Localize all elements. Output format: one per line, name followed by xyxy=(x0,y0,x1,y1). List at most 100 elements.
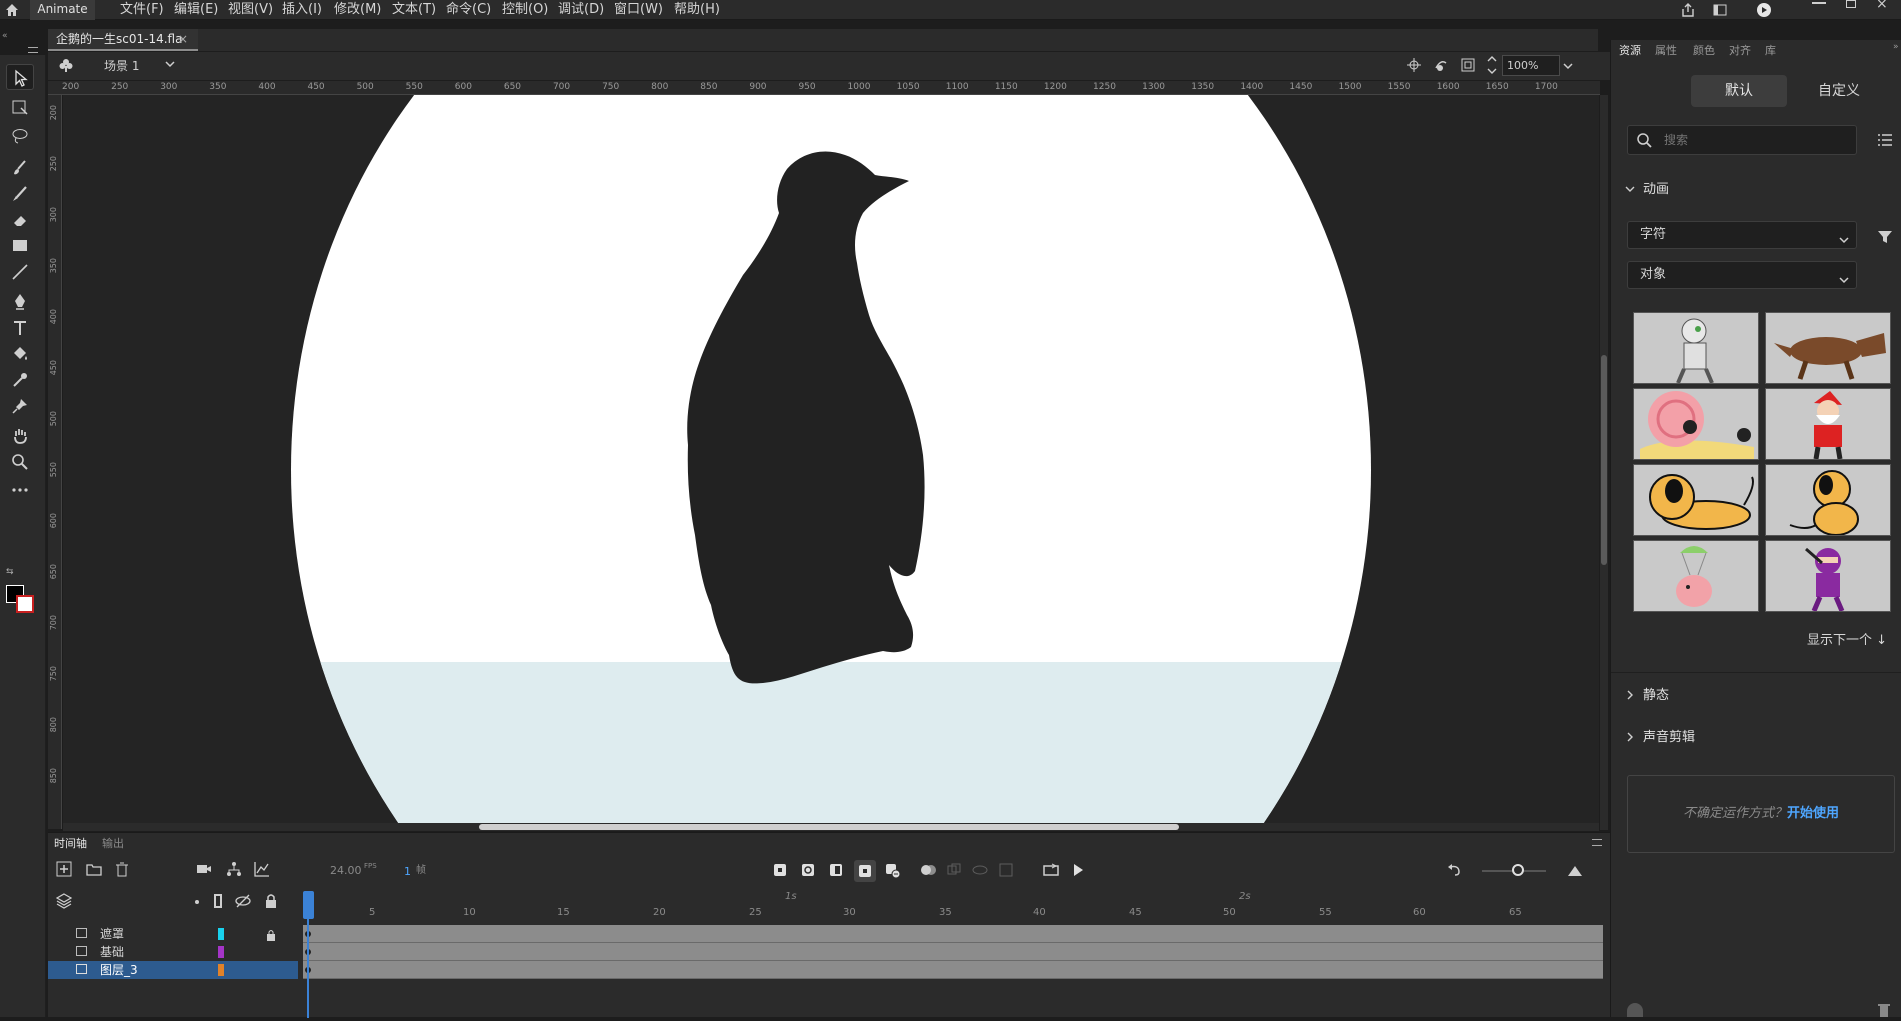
outline-column-icon[interactable] xyxy=(214,894,222,908)
list-view-icon[interactable] xyxy=(1877,132,1893,152)
snap-icon[interactable] xyxy=(1406,57,1422,77)
menu-file[interactable]: 文件(F) xyxy=(120,0,164,20)
menu-text[interactable]: 文本(T) xyxy=(392,0,436,20)
frame-row[interactable] xyxy=(303,943,1603,961)
menu-control[interactable]: 控制(O) xyxy=(502,0,548,20)
menu-command[interactable]: 命令(C) xyxy=(446,0,491,20)
panel-collapse-icon[interactable]: » xyxy=(1893,42,1899,52)
layer-color-swatch[interactable] xyxy=(218,946,224,958)
show-next-link[interactable]: 显示下一个 ↓ xyxy=(1807,629,1887,648)
frame-row[interactable] xyxy=(303,925,1603,943)
stage-canvas[interactable] xyxy=(63,95,1599,823)
eyedropper-tool[interactable] xyxy=(6,367,34,393)
section-animation[interactable]: 动画 xyxy=(1643,178,1669,197)
section-sound-clips[interactable]: 声音剪辑 xyxy=(1643,726,1695,745)
menu-view[interactable]: 视图(V) xyxy=(228,0,273,20)
clubs-icon[interactable] xyxy=(58,57,74,77)
lasso-tool[interactable] xyxy=(6,123,34,149)
document-tab[interactable]: 企鹅的一生sc01-14.fla × xyxy=(48,29,198,51)
insert-keyframe-icon[interactable] xyxy=(772,862,790,880)
panel-icon[interactable] xyxy=(1712,2,1728,22)
tab-output[interactable]: 输出 xyxy=(102,835,124,851)
toolbar-menu-icon[interactable] xyxy=(28,47,38,53)
insert-frame-icon[interactable] xyxy=(828,862,846,880)
search-input[interactable] xyxy=(1664,131,1844,149)
new-layer-icon[interactable] xyxy=(56,861,74,879)
layers-icon[interactable] xyxy=(55,893,74,911)
tab-align[interactable]: 对齐 xyxy=(1729,42,1751,58)
tab-color[interactable]: 颜色 xyxy=(1693,42,1715,58)
restore-icon[interactable] xyxy=(1846,0,1856,8)
menu-help[interactable]: 帮助(H) xyxy=(674,0,720,20)
layer-name[interactable]: 基础 xyxy=(100,943,124,961)
pen-tool[interactable] xyxy=(6,289,34,315)
minimize-icon[interactable] xyxy=(1812,2,1826,4)
filter-icon[interactable] xyxy=(1877,229,1893,249)
insert-blank-keyframe-icon[interactable] xyxy=(800,862,818,880)
frame-row[interactable] xyxy=(303,961,1603,979)
layer-name[interactable]: 图层_3 xyxy=(100,961,138,979)
vertical-scrollbar[interactable] xyxy=(1600,95,1608,830)
asset-thumb-santa[interactable] xyxy=(1765,388,1891,460)
chevron-down-icon[interactable] xyxy=(164,58,176,74)
selection-tool[interactable] xyxy=(6,64,34,90)
character-dropdown[interactable]: 字符 xyxy=(1627,221,1857,249)
vertical-scroll-thumb[interactable] xyxy=(1601,355,1607,565)
current-frame[interactable]: 1 xyxy=(404,865,411,878)
rotate-stage-icon[interactable] xyxy=(1433,57,1449,77)
home-icon[interactable] xyxy=(4,2,20,18)
zoom-slider-handle[interactable] xyxy=(1512,864,1524,876)
line-tool[interactable] xyxy=(6,259,34,285)
asset-thumb-dog-sitting[interactable] xyxy=(1765,464,1891,536)
search-box[interactable] xyxy=(1627,125,1857,155)
horizontal-scrollbar[interactable] xyxy=(63,823,1599,831)
play-test-icon[interactable] xyxy=(1756,2,1772,22)
fill-color-swatch[interactable] xyxy=(16,595,34,613)
collapse-icon[interactable]: « xyxy=(2,31,8,41)
asset-thumb-pig-parachute[interactable] xyxy=(1633,540,1759,612)
eraser-tool[interactable] xyxy=(6,207,34,233)
section-static[interactable]: 静态 xyxy=(1643,684,1669,703)
share-icon[interactable] xyxy=(1680,2,1696,22)
zoom-tool[interactable] xyxy=(6,449,34,475)
asset-thumb-dog-lying[interactable] xyxy=(1633,464,1759,536)
close-window-icon[interactable]: × xyxy=(1876,0,1888,12)
fit-frames-icon[interactable] xyxy=(1566,862,1584,880)
playhead-handle[interactable] xyxy=(303,891,314,919)
tab-timeline[interactable]: 时间轴 xyxy=(54,835,87,851)
chevron-right-icon[interactable] xyxy=(1625,731,1635,746)
lock-icon[interactable] xyxy=(264,893,282,911)
clip-stage-icon[interactable] xyxy=(1460,57,1476,77)
camera-icon[interactable] xyxy=(196,861,214,879)
zoom-field[interactable]: 100% xyxy=(1502,55,1560,76)
auto-keyframe-icon[interactable] xyxy=(854,860,876,882)
delete-layer-icon[interactable] xyxy=(114,861,132,879)
undo-icon[interactable] xyxy=(1446,862,1464,880)
chevron-right-icon[interactable] xyxy=(1625,689,1635,704)
close-tab-icon[interactable]: × xyxy=(178,29,188,49)
layer-color-swatch[interactable] xyxy=(218,928,224,940)
eye-hidden-icon[interactable] xyxy=(234,893,252,911)
zoom-dropdown-icon[interactable] xyxy=(1562,60,1574,76)
asset-thumb-ninja[interactable] xyxy=(1765,540,1891,612)
brush-tool[interactable] xyxy=(6,181,34,207)
app-name[interactable]: Animate xyxy=(30,0,95,20)
menu-insert[interactable]: 插入(I) xyxy=(282,0,322,20)
layer-name[interactable]: 遮罩 xyxy=(100,925,124,943)
asset-thumb-wolf[interactable] xyxy=(1765,312,1891,384)
chevron-down-icon[interactable] xyxy=(1625,183,1635,198)
tab-assets[interactable]: 资源 xyxy=(1619,42,1641,58)
zoom-stepper-icon[interactable] xyxy=(1486,54,1498,80)
free-transform-tool[interactable] xyxy=(6,94,34,120)
layer-row[interactable]: 基础 xyxy=(48,943,298,961)
onion-skin-icon[interactable] xyxy=(920,862,938,880)
menu-edit[interactable]: 编辑(E) xyxy=(174,0,218,20)
object-dropdown[interactable]: 对象 xyxy=(1627,261,1857,289)
pin-tool[interactable] xyxy=(6,393,34,419)
menu-window[interactable]: 窗口(W) xyxy=(614,0,663,20)
remove-frame-icon[interactable] xyxy=(884,862,902,880)
more-tools-icon[interactable] xyxy=(6,477,34,503)
default-toggle[interactable]: 默认 xyxy=(1691,75,1787,107)
dot-column-icon[interactable] xyxy=(195,900,199,904)
paint-brush-tool[interactable] xyxy=(6,155,34,181)
